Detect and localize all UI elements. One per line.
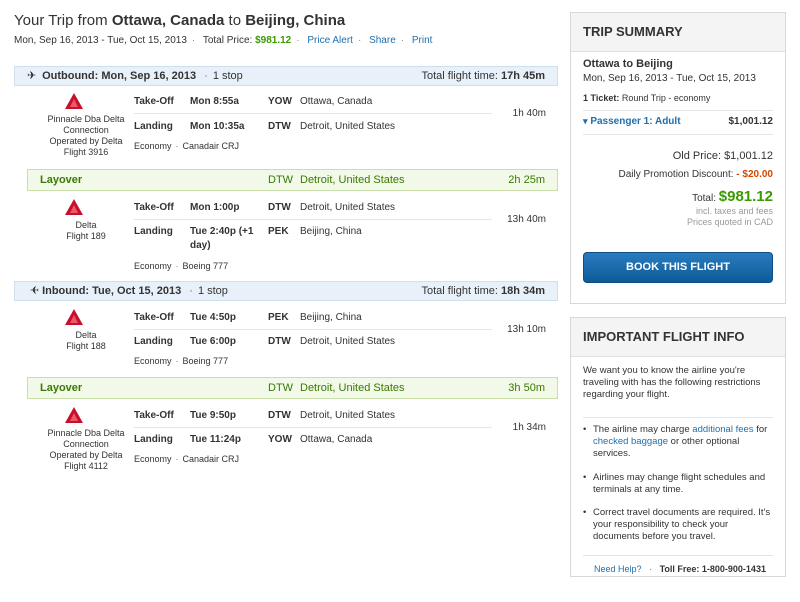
summary-total: $981.12 bbox=[718, 188, 773, 205]
passenger-price: $1,001.12 bbox=[728, 116, 774, 127]
airline-name: Pinnacle Dba Delta Connection bbox=[47, 114, 125, 135]
equipment-info: Economy · Canadair CRJ bbox=[134, 141, 240, 151]
airline-name: Pinnacle Dba Delta Connection bbox=[47, 428, 125, 449]
inbound-header: ✈ Inbound: Tue, Oct 15, 2013 · 1 stop Tot… bbox=[14, 281, 558, 301]
destination-city: Beijing, China bbox=[245, 12, 346, 29]
segment-duration: 13h 10m bbox=[507, 324, 546, 335]
flight-number: Flight 188 bbox=[66, 341, 106, 351]
delta-logo-icon bbox=[65, 199, 83, 215]
discount-amount: - $20.00 bbox=[736, 169, 773, 180]
trip-dates: Mon, Sep 16, 2013 - Tue, Oct 15, 2013 bbox=[14, 35, 187, 46]
equipment-info: Economy · Canadair CRJ bbox=[134, 454, 240, 464]
book-flight-button[interactable]: BOOK THIS FLIGHT bbox=[583, 252, 773, 283]
price-alert-link[interactable]: Price Alert bbox=[307, 35, 353, 46]
plane-right-icon: ✈ bbox=[27, 70, 37, 82]
checked-baggage-link[interactable]: checked baggage bbox=[593, 436, 668, 447]
airline-name: Delta bbox=[75, 220, 97, 230]
trip-summary-panel: TRIP SUMMARY Ottawa to Beijing Mon, Sep … bbox=[570, 12, 786, 304]
flight-info-heading: IMPORTANT FLIGHT INFO bbox=[571, 318, 785, 357]
toll-free-number: Toll Free: 1-800-900-1431 bbox=[659, 564, 766, 574]
equipment-info: Economy · Boeing 777 bbox=[134, 261, 229, 271]
need-help-link[interactable]: Need Help? bbox=[594, 564, 642, 574]
summary-dates: Mon, Sep 16, 2013 - Tue, Oct 15, 2013 bbox=[583, 73, 756, 84]
delta-logo-icon bbox=[65, 407, 83, 423]
flight-info-panel: IMPORTANT FLIGHT INFO We want you to kno… bbox=[570, 317, 786, 577]
itinerary-panel: Your Trip from Ottawa, Canada to Beijing… bbox=[0, 0, 566, 602]
info-bullet-schedule: • Airlines may change flight schedules an… bbox=[583, 472, 766, 495]
flight-segment: Pinnacle Dba Delta Connection Operated b… bbox=[14, 404, 558, 474]
old-price: $1,001.12 bbox=[724, 150, 773, 162]
trip-summary-heading: TRIP SUMMARY bbox=[571, 13, 785, 52]
summary-route: Ottawa to Beijing bbox=[583, 58, 673, 70]
additional-fees-link[interactable]: additional fees bbox=[692, 424, 753, 435]
flight-segment: Delta Flight 189 Take-Off Mon 1:00p DTW … bbox=[14, 196, 558, 276]
flight-number: Flight 4112 bbox=[64, 461, 108, 471]
print-link[interactable]: Print bbox=[412, 35, 433, 46]
outbound-header: ✈ Outbound: Mon, Sep 16, 2013 · 1 stop To… bbox=[14, 66, 558, 86]
flight-segment: Delta Flight 188 Take-Off Tue 4:50p PEK … bbox=[14, 306, 558, 372]
segment-duration: 1h 40m bbox=[512, 108, 546, 119]
info-bullet-documents: • Correct travel documents are required. … bbox=[583, 507, 771, 542]
delta-logo-icon bbox=[65, 309, 83, 325]
trip-meta: Mon, Sep 16, 2013 - Tue, Oct 15, 2013 · T… bbox=[14, 35, 433, 46]
page-title: Your Trip from Ottawa, Canada to Beijing… bbox=[14, 12, 346, 29]
passenger-toggle[interactable]: ▾ Passenger 1: Adult bbox=[583, 116, 681, 127]
flight-segment: Pinnacle Dba Delta Connection Operated b… bbox=[14, 90, 558, 160]
airline-name: Delta bbox=[75, 330, 97, 340]
origin-city: Ottawa, Canada bbox=[111, 12, 225, 29]
flight-number: Flight 3916 bbox=[63, 147, 109, 157]
plane-left-icon: ✈ bbox=[29, 285, 39, 297]
total-price: $981.12 bbox=[255, 35, 292, 46]
flight-number: Flight 189 bbox=[66, 231, 106, 241]
info-intro: We want you to know the airline you're t… bbox=[583, 365, 761, 400]
delta-logo-icon bbox=[65, 93, 83, 109]
share-link[interactable]: Share bbox=[369, 35, 396, 46]
layover-bar: Layover DTW Detroit, United States 3h 50… bbox=[27, 377, 558, 399]
chevron-down-icon: ▾ bbox=[583, 116, 588, 126]
segment-duration: 1h 34m bbox=[512, 422, 546, 433]
info-bullet-fees: • The airline may charge additional fees… bbox=[583, 424, 768, 459]
equipment-info: Economy · Boeing 777 bbox=[134, 356, 229, 366]
segment-duration: 13h 40m bbox=[507, 214, 546, 225]
layover-bar: Layover DTW Detroit, United States 2h 25… bbox=[27, 169, 558, 191]
